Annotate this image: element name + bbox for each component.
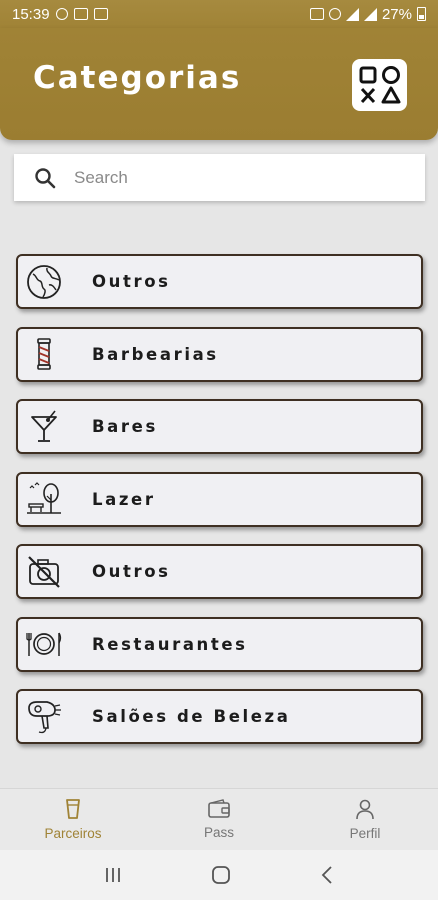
category-label: Bares: [92, 417, 158, 436]
battery-percent: 27%: [381, 5, 412, 23]
nav-item-parceiros[interactable]: Parceiros: [0, 789, 146, 850]
battery-icon: [417, 7, 426, 21]
category-item-outros[interactable]: Outros: [16, 254, 423, 309]
shapes-logo-icon: [359, 66, 401, 104]
park-icon: [24, 479, 64, 519]
image-icon: [93, 8, 108, 20]
mute-icon: [309, 8, 324, 20]
category-item-outros-2[interactable]: Outros: [16, 544, 423, 599]
page-title: Categorias: [33, 60, 242, 96]
nav-label: Perfil: [349, 826, 381, 841]
category-item-barbearias[interactable]: Barbearias: [16, 326, 423, 382]
system-nav-bar: [0, 850, 438, 900]
cocktail-icon: [24, 407, 64, 447]
user-icon: [356, 799, 374, 820]
home-icon[interactable]: [210, 864, 232, 886]
category-label: Outros: [92, 272, 171, 291]
beer-glass-icon: [66, 799, 80, 819]
signal-icon: [363, 7, 377, 21]
nav-item-perfil[interactable]: Perfil: [292, 789, 438, 850]
category-item-restaurantes[interactable]: Restaurantes: [16, 616, 423, 672]
wallet-icon: [208, 799, 230, 818]
category-list: Outros Barbearias Bares Lazer Outros Res…: [16, 254, 423, 762]
globe-icon: [24, 262, 64, 302]
recent-apps-icon[interactable]: [103, 866, 123, 884]
nav-label: Parceiros: [44, 826, 102, 841]
status-time: 15:39: [12, 5, 50, 23]
app-header: Categorias: [0, 28, 438, 140]
category-label: Restaurantes: [92, 634, 248, 654]
plate-cutlery-icon: [24, 624, 64, 664]
category-label: Barbearias: [92, 344, 219, 364]
category-item-saloes-de-beleza[interactable]: Salões de Beleza: [16, 689, 423, 744]
search-icon: [35, 167, 56, 188]
category-item-lazer[interactable]: Lazer: [16, 471, 423, 527]
nav-item-pass[interactable]: Pass: [146, 789, 292, 850]
category-label: Lazer: [92, 489, 156, 509]
hair-dryer-icon: [24, 697, 64, 737]
wifi-icon: [328, 8, 341, 20]
no-camera-icon: [24, 552, 64, 592]
category-label: Outros: [92, 562, 171, 581]
back-icon[interactable]: [319, 865, 335, 885]
notification-icon: [73, 8, 88, 20]
search-input[interactable]: [74, 167, 394, 188]
nav-label: Pass: [203, 825, 234, 840]
bottom-nav: Parceiros Pass Perfil: [0, 788, 438, 850]
barber-pole-icon: [24, 334, 64, 374]
category-item-bares[interactable]: Bares: [16, 399, 423, 454]
search-bar[interactable]: [14, 154, 425, 201]
sync-icon: [55, 8, 68, 20]
category-label: Salões de Beleza: [92, 707, 291, 726]
signal-icon: [345, 7, 359, 21]
app-logo[interactable]: [352, 59, 407, 111]
status-bar: 15:39 27%: [0, 0, 438, 28]
